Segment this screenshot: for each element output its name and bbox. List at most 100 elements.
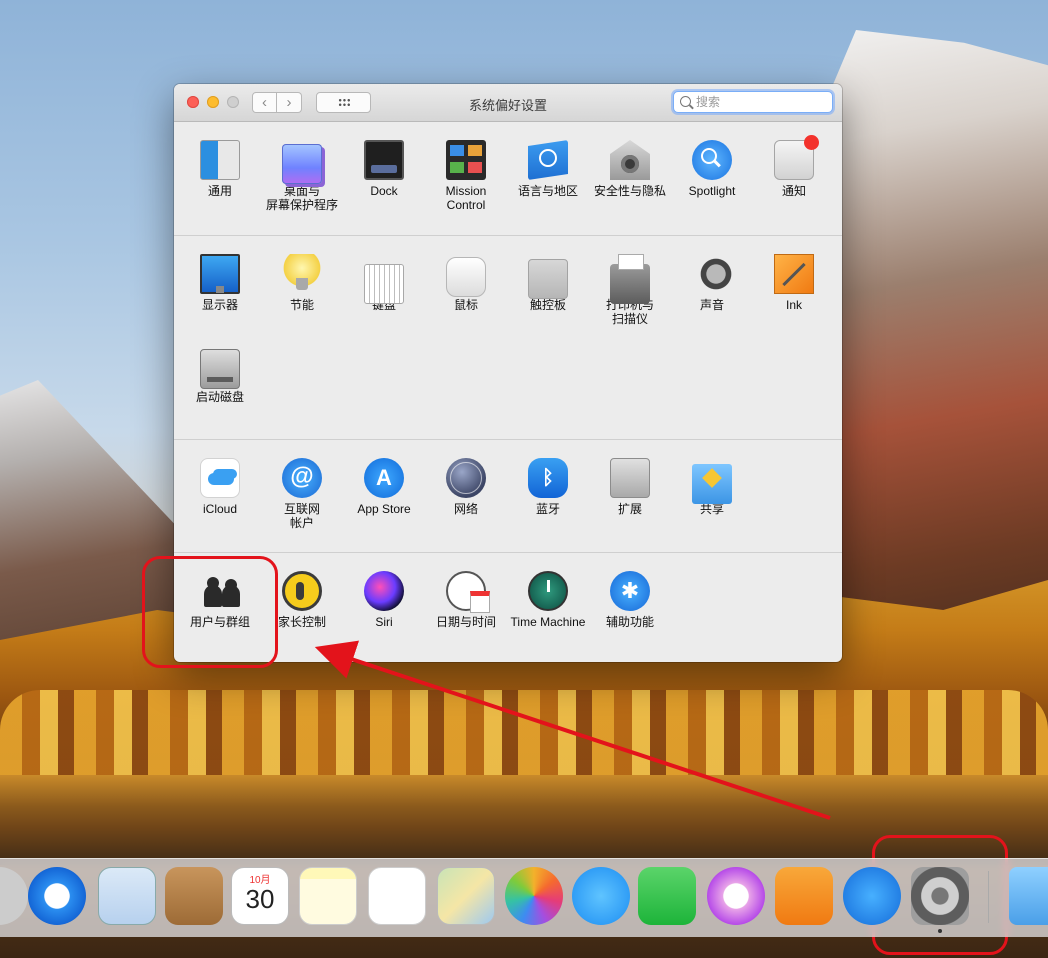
pane-startup[interactable]: 启动磁盘 <box>179 346 261 404</box>
pane-siri[interactable]: Siri <box>343 571 425 629</box>
pane-label: 声音 <box>699 298 724 312</box>
pane-label: 日期与时间 <box>435 615 496 629</box>
pane-general[interactable]: 通用 <box>179 140 261 198</box>
desktop-screensaver-icon <box>282 144 322 184</box>
pane-appstore[interactable]: A App Store <box>343 458 425 516</box>
pane-label: 蓝牙 <box>535 502 560 516</box>
pane-sound[interactable]: 声音 <box>671 254 753 312</box>
personal-section: 通用 桌面与 屏幕保护程序 Dock Mission Control 语言与地区 安全性与… <box>174 122 842 236</box>
pane-trackpad[interactable]: 触控板 <box>507 254 589 312</box>
downloads-folder-icon[interactable] <box>1009 867 1048 925</box>
network-icon <box>446 458 486 498</box>
photos-icon[interactable] <box>505 867 563 925</box>
sharing-icon <box>692 464 732 504</box>
keyboard-icon <box>364 264 404 304</box>
internet-accounts-icon: @ <box>282 458 322 498</box>
pane-label: 鼠标 <box>453 298 478 312</box>
startup-disk-icon <box>200 349 240 389</box>
hardware-section: 显示器 节能 键盘鼠标 触控板 打印机与 扫描仪声音 Ink 启动磁盘 <box>174 236 842 440</box>
maps-icon[interactable] <box>437 867 495 925</box>
pane-label: 共享 <box>699 502 724 516</box>
autumn-trees <box>0 690 1048 780</box>
pane-printers[interactable]: 打印机与 扫描仪 <box>589 254 671 326</box>
pane-keyboard[interactable]: 键盘 <box>343 254 425 312</box>
pane-label: Siri <box>375 615 393 629</box>
calendar-icon[interactable]: 10月 30 <box>231 867 289 925</box>
running-indicator <box>938 929 942 933</box>
safari-icon[interactable] <box>28 867 86 925</box>
pane-sharing[interactable]: 共享 <box>671 458 753 516</box>
mission-control-icon <box>446 140 486 180</box>
printer-icon <box>610 254 650 304</box>
pane-label: 通知 <box>781 184 806 198</box>
parental-controls-icon <box>282 571 322 611</box>
pane-spotlight[interactable]: Spotlight <box>671 140 753 198</box>
time-machine-icon <box>528 571 568 611</box>
pane-icloud[interactable]: iCloud <box>179 458 261 516</box>
dock-icon <box>364 140 404 180</box>
pane-label: iCloud <box>202 502 238 516</box>
pane-network[interactable]: 网络 <box>425 458 507 516</box>
search-field[interactable] <box>673 91 833 113</box>
pane-displays[interactable]: 显示器 <box>179 254 261 312</box>
facetime-icon[interactable] <box>638 867 696 925</box>
pane-dock[interactable]: Dock <box>343 140 425 198</box>
trackpad-icon <box>528 259 568 299</box>
pane-ink[interactable]: Ink <box>753 254 835 312</box>
pane-label: 网络 <box>453 502 478 516</box>
pane-label: 语言与地区 <box>517 184 578 198</box>
itunes-icon[interactable] <box>707 867 765 925</box>
display-icon <box>200 254 240 294</box>
pane-label: Time Machine <box>510 615 586 629</box>
app-store-dock-icon[interactable] <box>843 867 901 925</box>
pane-security[interactable]: 安全性与隐私 <box>589 140 671 198</box>
pane-label: Dock <box>370 184 398 198</box>
pane-label: 互联网 帐户 <box>283 502 320 530</box>
pane-extensions[interactable]: 扩展 <box>589 458 671 516</box>
pane-label: App Store <box>357 502 411 516</box>
energy-saver-icon <box>282 254 322 294</box>
dock: 10月 30 <box>0 858 1048 937</box>
notes-icon[interactable] <box>299 867 357 925</box>
mail-icon[interactable] <box>98 867 156 925</box>
finder-icon[interactable] <box>0 867 28 925</box>
contacts-icon[interactable] <box>165 867 223 925</box>
ink-icon <box>774 254 814 294</box>
pane-accessibility[interactable]: ✱ 辅助功能 <box>589 571 671 629</box>
pane-label: 触控板 <box>529 298 566 312</box>
pane-desktop[interactable]: 桌面与 屏幕保护程序 <box>261 140 343 212</box>
pane-label: Spotlight <box>688 184 736 198</box>
pane-label: Mission Control <box>445 184 487 212</box>
siri-icon <box>364 571 404 611</box>
search-input[interactable] <box>696 94 826 110</box>
language-region-icon <box>528 140 568 180</box>
calendar-day: 30 <box>245 884 275 914</box>
pane-notifications[interactable]: 通知 <box>753 135 835 198</box>
highlight-users-groups <box>142 556 278 668</box>
bluetooth-icon: ᛒ <box>528 458 568 498</box>
title-bar[interactable]: ‹ › 系统偏好设置 <box>174 84 842 122</box>
pane-internet[interactable]: @ 互联网 帐户 <box>261 458 343 530</box>
general-icon <box>200 140 240 180</box>
messages-icon[interactable] <box>572 867 630 925</box>
internet-wireless-section: iCloud @ 互联网 帐户 A App Store 网络 ᛒ 蓝牙 扩展 共享 <box>174 440 842 553</box>
mouse-icon <box>446 257 486 297</box>
system-preferences-dock-icon[interactable] <box>911 867 969 925</box>
pane-label: 扩展 <box>617 502 642 516</box>
pane-datetime[interactable]: 日期与时间 <box>425 571 507 629</box>
pane-language[interactable]: 语言与地区 <box>507 140 589 198</box>
pane-bluetooth[interactable]: ᛒ 蓝牙 <box>507 458 589 516</box>
ibooks-icon[interactable] <box>775 867 833 925</box>
pane-label: 安全性与隐私 <box>593 184 666 198</box>
pane-label: 桌面与 屏幕保护程序 <box>265 184 338 212</box>
pane-timemachine[interactable]: Time Machine <box>507 571 589 629</box>
pane-mission[interactable]: Mission Control <box>425 140 507 212</box>
pane-label: 显示器 <box>201 298 238 312</box>
extensions-icon <box>610 458 650 498</box>
pane-energy[interactable]: 节能 <box>261 254 343 312</box>
notifications-icon <box>774 135 819 180</box>
accessibility-icon: ✱ <box>610 571 650 611</box>
pane-mouse[interactable]: 鼠标 <box>425 254 507 312</box>
pane-label: 节能 <box>289 298 314 312</box>
reminders-icon[interactable] <box>368 867 426 925</box>
